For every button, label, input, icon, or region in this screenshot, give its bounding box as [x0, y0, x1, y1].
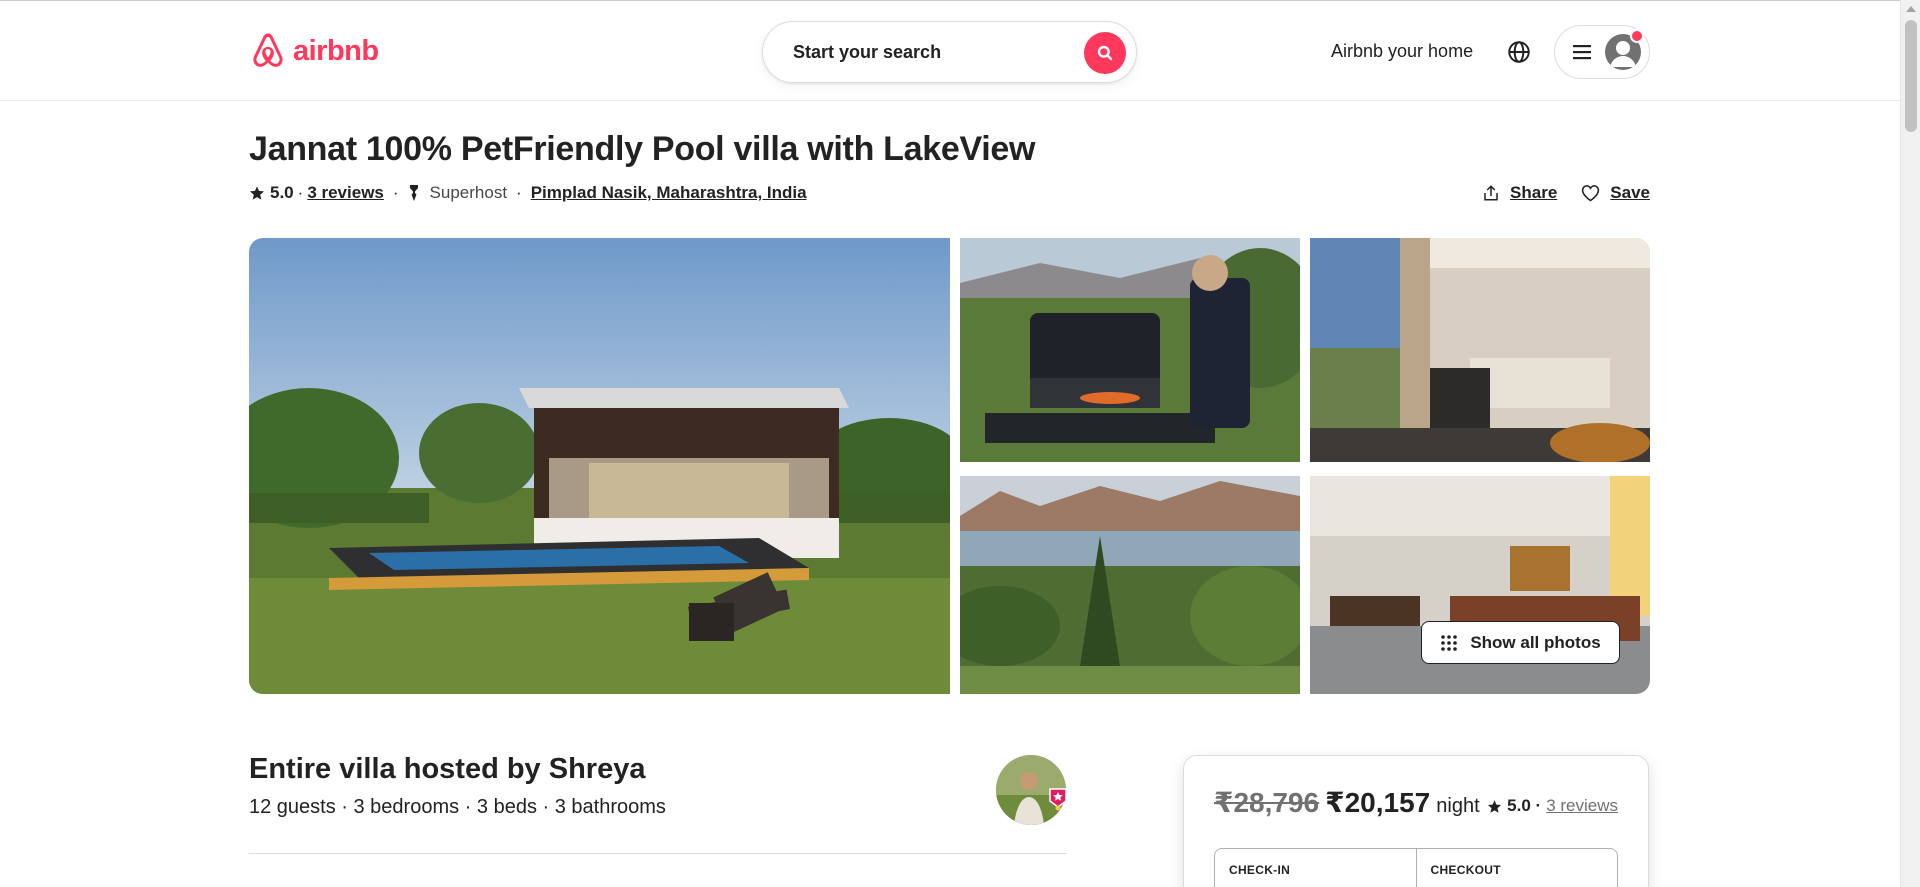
checkout-field[interactable]: CHECKOUT — [1415, 849, 1618, 887]
star-icon — [250, 186, 264, 200]
search-button[interactable] — [1084, 32, 1126, 74]
save-label: Save — [1610, 183, 1650, 202]
original-price: ₹28,796 — [1214, 787, 1320, 818]
share-button[interactable]: Share — [1482, 183, 1557, 203]
main-photo-villa-pool[interactable] — [249, 238, 950, 694]
star-icon — [1488, 799, 1502, 813]
listing-capacity-summary: 12 guests · 3 bedrooms · 3 beds · 3 bath… — [249, 796, 666, 818]
superhost-icon — [409, 185, 418, 201]
reviews-link[interactable]: 3 reviews — [307, 183, 384, 203]
location-link[interactable]: Pimplad Nasik, Maharashtra, India — [531, 183, 807, 203]
date-picker[interactable]: CHECK-IN CHECKOUT — [1214, 848, 1618, 887]
rating-separator: · — [297, 183, 304, 202]
meta-separator-2: · — [516, 183, 522, 202]
checkout-label: CHECKOUT — [1430, 863, 1501, 877]
section-divider — [249, 853, 1067, 854]
rating-value: 5.0 — [270, 183, 294, 202]
card-rating-value: 5.0 · — [1507, 796, 1542, 815]
discounted-price: ₹20,157 — [1325, 787, 1431, 818]
listing-title: Jannat 100% PetFriendly Pool villa with … — [249, 130, 1036, 168]
heart-icon — [1582, 185, 1600, 202]
scroll-up-arrow-icon[interactable] — [1906, 6, 1916, 12]
airbnb-logo-icon — [253, 33, 283, 67]
show-all-photos-label: Show all photos — [1470, 632, 1601, 652]
card-reviews-link[interactable]: 3 reviews — [1546, 796, 1618, 816]
page-scrollbar[interactable] — [1900, 0, 1920, 887]
listing-meta: 5.0 · 3 reviews · Superhost · Pimplad Na… — [249, 183, 807, 203]
superhost-badge-icon — [1049, 788, 1067, 811]
photo-chef-grill[interactable] — [960, 238, 1300, 462]
photo-lake-view[interactable] — [960, 476, 1300, 694]
photo-bedroom[interactable] — [1310, 238, 1650, 462]
meta-separator: · — [392, 183, 399, 202]
brand-name: airbnb — [293, 34, 379, 67]
airbnb-your-home-link[interactable]: Airbnb your home — [1331, 41, 1473, 62]
airbnb-logo[interactable]: airbnb — [249, 31, 379, 71]
search-placeholder: Start your search — [793, 41, 942, 62]
globe-icon[interactable] — [1506, 39, 1532, 65]
share-label: Share — [1510, 183, 1558, 202]
checkin-field[interactable]: CHECK-IN — [1215, 849, 1416, 887]
superhost-label: Superhost — [429, 183, 508, 202]
show-all-photos-button[interactable]: Show all photos — [1421, 621, 1620, 664]
booking-card: ₹28,796 ₹20,157 night 5.0 · 3 reviews CH… — [1183, 755, 1649, 887]
search-bar[interactable]: Start your search — [762, 21, 1137, 83]
notification-dot — [1630, 29, 1644, 43]
checkin-label: CHECK-IN — [1229, 863, 1291, 877]
hamburger-menu-icon — [1573, 45, 1591, 60]
host-section-title: Entire villa hosted by Shreya — [249, 753, 646, 785]
top-header: airbnb Start your search Airbnb your hom… — [0, 0, 1900, 101]
search-icon — [1097, 45, 1113, 61]
share-icon — [1484, 185, 1498, 201]
price-row: ₹28,796 ₹20,157 night — [1214, 786, 1480, 819]
card-rating: 5.0 · 3 reviews — [1487, 796, 1618, 816]
grid-dots-icon — [1441, 634, 1458, 651]
listing-actions: Share Save — [1482, 183, 1650, 203]
scrollbar-thumb[interactable] — [1905, 20, 1917, 132]
price-unit: night — [1436, 795, 1480, 817]
save-button[interactable]: Save — [1581, 183, 1650, 203]
